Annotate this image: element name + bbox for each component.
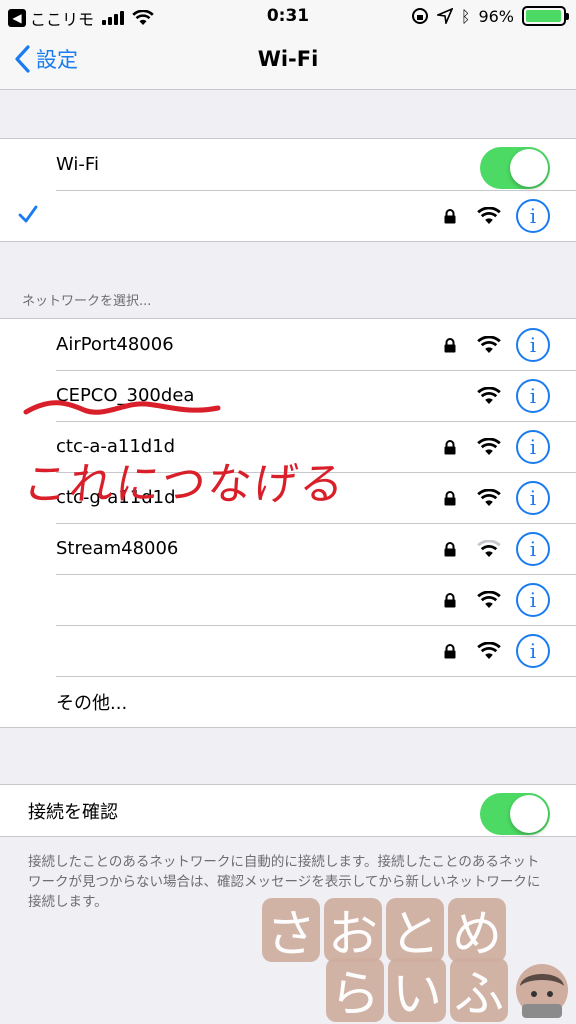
info-button[interactable]: i	[516, 328, 550, 362]
info-button[interactable]: i	[516, 481, 550, 515]
wifi-signal-icon	[474, 642, 504, 660]
ask-to-join-row: 接続を確認	[0, 785, 576, 836]
battery-percent: 96%	[478, 6, 514, 26]
info-button[interactable]: i	[516, 532, 550, 566]
wifi-signal-icon	[474, 207, 504, 225]
wifi-signal-icon	[474, 387, 504, 405]
network-row[interactable]: AirPort48006 i	[0, 319, 576, 370]
battery-icon	[522, 6, 569, 26]
wifi-signal-icon	[474, 591, 504, 609]
lock-icon	[438, 337, 462, 353]
network-name: AirPort48006	[56, 334, 174, 355]
info-button[interactable]: i	[516, 634, 550, 668]
info-button[interactable]: i	[516, 199, 550, 233]
lock-icon	[438, 643, 462, 659]
page-title: Wi-Fi	[257, 47, 319, 71]
toggle-knob	[510, 795, 548, 833]
bluetooth-icon: ᛒ	[460, 6, 471, 26]
network-name: Stream48006	[56, 538, 179, 559]
ask-to-join-toggle[interactable]	[480, 793, 550, 835]
watermark-char: め	[448, 898, 506, 963]
watermark-char: さ	[262, 898, 320, 963]
watermark-char: ら	[326, 958, 384, 1023]
network-row[interactable]: i	[0, 625, 576, 676]
other-network-row[interactable]: その他...	[0, 676, 576, 727]
other-network-label: その他...	[56, 692, 128, 714]
watermark-char: ふ	[450, 958, 508, 1023]
wifi-label: Wi-Fi	[56, 154, 99, 175]
mascot-face-icon	[516, 964, 568, 1018]
network-row[interactable]: Stream48006 i	[0, 523, 576, 574]
wifi-signal-icon	[474, 489, 504, 507]
connected-network-row[interactable]: i	[0, 190, 576, 241]
location-icon	[436, 8, 453, 24]
lock-icon	[438, 541, 462, 557]
info-button[interactable]: i	[516, 583, 550, 617]
wifi-signal-weak-icon	[474, 540, 504, 558]
lock-icon	[438, 439, 462, 455]
wifi-signal-icon	[474, 438, 504, 456]
network-list: AirPort48006 i CEPCO_300dea i ctc-a-a11d…	[0, 318, 576, 728]
info-button[interactable]: i	[516, 379, 550, 413]
status-bar: ◀ ここリモ 0:31 ᛒ 96%	[0, 0, 576, 34]
watermark-char: い	[388, 958, 446, 1023]
wifi-toggle-row: Wi-Fi	[0, 139, 576, 190]
watermark-logo-line1: さ お と め	[262, 898, 506, 963]
wifi-signal-icon	[474, 336, 504, 354]
info-button[interactable]: i	[516, 430, 550, 464]
battery-fill	[526, 10, 561, 22]
wifi-group: Wi-Fi i	[0, 138, 576, 242]
orientation-lock-icon	[411, 8, 428, 24]
ask-to-join-group: 接続を確認	[0, 784, 576, 837]
ask-to-join-label: 接続を確認	[28, 801, 118, 823]
lock-icon	[438, 592, 462, 608]
lock-icon	[438, 208, 462, 224]
navigation-bar: 設定 Wi-Fi	[0, 34, 576, 90]
checkmark-icon	[18, 205, 38, 223]
watermark-char: と	[386, 898, 444, 963]
wifi-toggle[interactable]	[480, 147, 550, 189]
annotation-text: これにつなげる	[20, 459, 349, 510]
network-name: CEPCO_300dea	[56, 385, 195, 406]
network-row[interactable]: CEPCO_300dea i	[0, 370, 576, 421]
network-row[interactable]: i	[0, 574, 576, 625]
lock-icon	[438, 490, 462, 506]
watermark-logo-line2: ら い ふ	[326, 958, 508, 1023]
toggle-knob	[510, 149, 548, 187]
choose-network-header: ネットワークを選択...	[22, 294, 152, 309]
watermark-char: お	[324, 898, 382, 963]
